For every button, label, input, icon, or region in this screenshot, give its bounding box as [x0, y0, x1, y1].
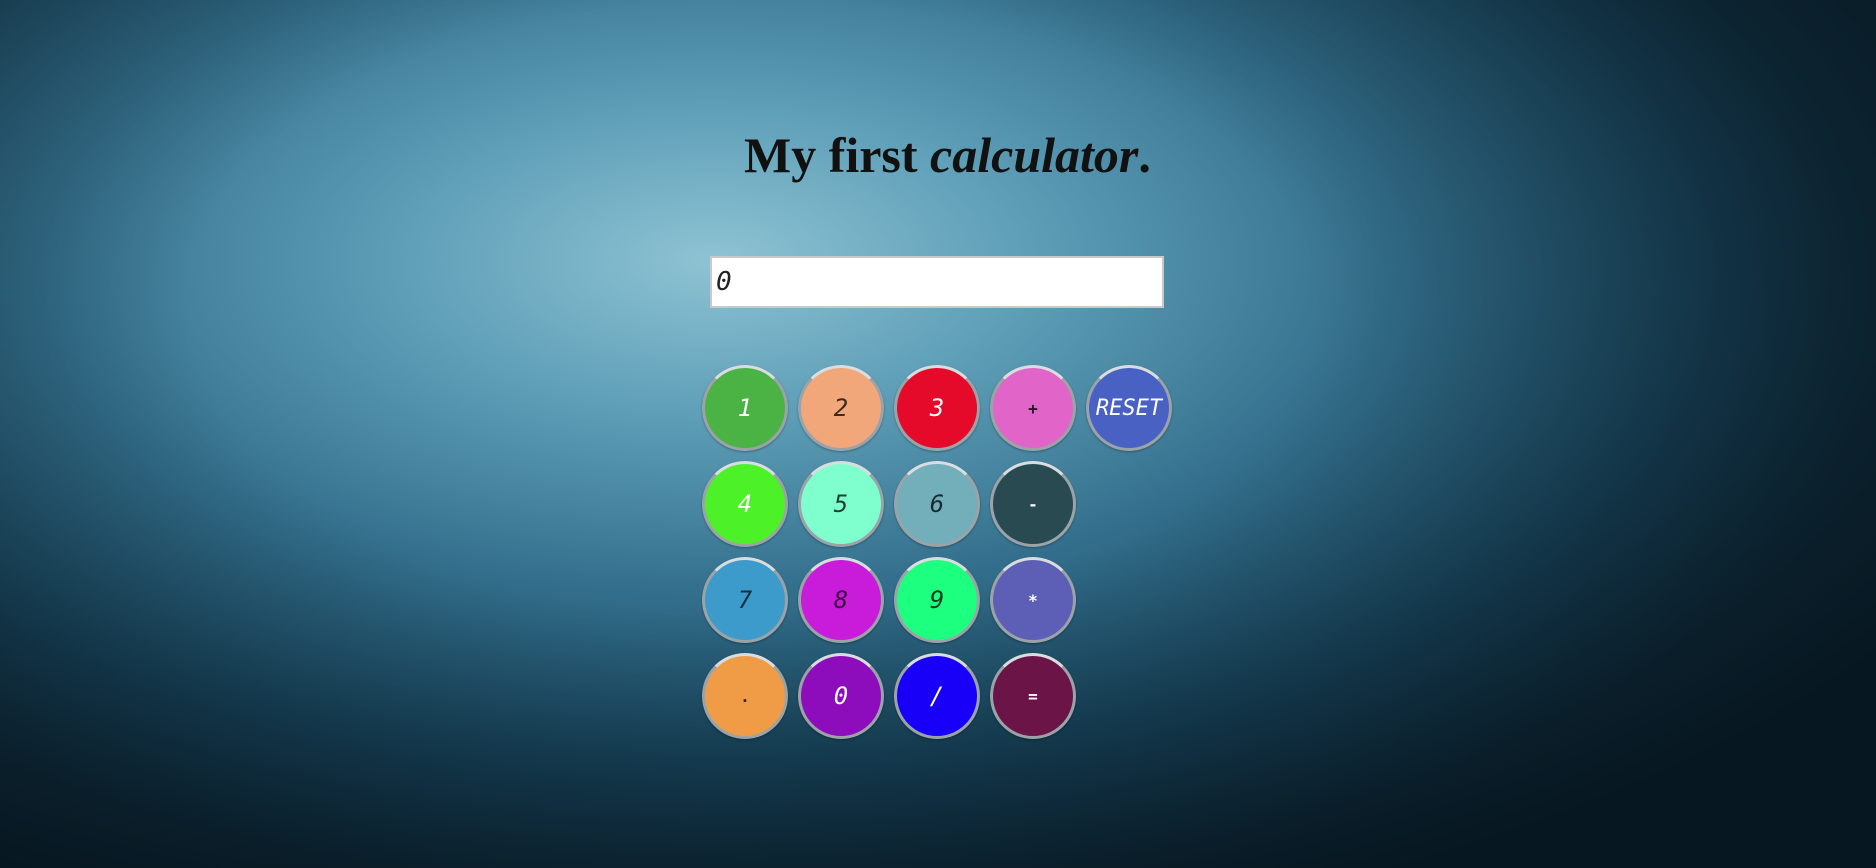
reset-button[interactable]: RESET [1086, 365, 1172, 451]
digit-6-button[interactable]: 6 [894, 461, 980, 547]
plus-button[interactable]: + [990, 365, 1076, 451]
digit-0-button[interactable]: 0 [798, 653, 884, 739]
title-text-italic: calculator [930, 127, 1139, 183]
equals-button[interactable]: = [990, 653, 1076, 739]
digit-1-button[interactable]: 1 [702, 365, 788, 451]
page-title: My first calculator. [744, 124, 1151, 186]
digit-8-button[interactable]: 8 [798, 557, 884, 643]
divide-button[interactable]: / [894, 653, 980, 739]
digit-9-button[interactable]: 9 [894, 557, 980, 643]
title-text-plain: My first [744, 127, 931, 183]
digit-4-button[interactable]: 4 [702, 461, 788, 547]
digit-2-button[interactable]: 2 [798, 365, 884, 451]
digit-7-button[interactable]: 7 [702, 557, 788, 643]
decimal-button[interactable]: . [702, 653, 788, 739]
minus-button[interactable]: - [990, 461, 1076, 547]
title-text-period: . [1138, 127, 1151, 183]
calculator-display[interactable] [710, 256, 1164, 308]
digit-5-button[interactable]: 5 [798, 461, 884, 547]
multiply-button[interactable]: * [990, 557, 1076, 643]
digit-3-button[interactable]: 3 [894, 365, 980, 451]
